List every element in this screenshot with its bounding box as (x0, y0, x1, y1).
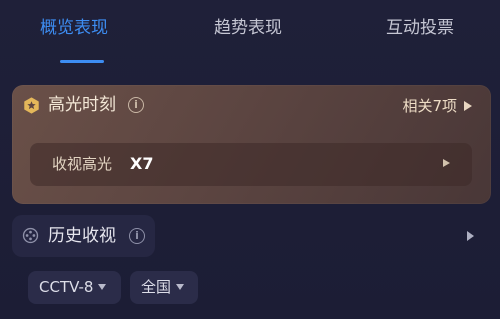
caret-down-icon (98, 283, 107, 290)
caret-down-icon (176, 283, 185, 290)
rating-highlight-label: 收视高光 (52, 155, 113, 173)
active-tab-indicator (60, 60, 104, 63)
star-badge-icon (24, 97, 39, 114)
related-items-link[interactable]: 相关7项 (402, 96, 457, 116)
highlights-title: 高光时刻 (48, 95, 116, 115)
info-icon[interactable]: i (128, 97, 144, 113)
rating-highlight-count: X7 (130, 154, 154, 173)
region-dropdown-label: 全国 (141, 278, 172, 296)
tab-trend[interactable]: 趋势表现 (214, 17, 282, 39)
highlights-card: 高光时刻 i 相关7项 收视高光 X7 (12, 85, 491, 204)
rating-dial-icon (22, 227, 39, 244)
info-icon[interactable]: i (129, 228, 145, 244)
history-ratings-title: 历史收视 (48, 226, 116, 246)
play-arrow-icon[interactable] (464, 101, 472, 111)
region-dropdown[interactable]: 全国 (130, 271, 198, 304)
play-arrow-icon[interactable] (467, 231, 474, 241)
channel-dropdown-label: CCTV-8 (39, 278, 94, 296)
history-ratings-header[interactable]: 历史收视 i (12, 215, 155, 257)
tab-bar: 概览表现 趋势表现 互动投票 (0, 0, 500, 66)
page: 概览表现 趋势表现 互动投票 高光时刻 i 相关7项 收视高光 X7 历史收视 … (0, 0, 500, 319)
channel-dropdown[interactable]: CCTV-8 (28, 271, 121, 304)
tab-overview[interactable]: 概览表现 (40, 17, 108, 39)
tab-voting[interactable]: 互动投票 (386, 17, 454, 39)
rating-highlight-row[interactable]: 收视高光 X7 (30, 143, 472, 186)
play-arrow-icon (443, 159, 450, 167)
